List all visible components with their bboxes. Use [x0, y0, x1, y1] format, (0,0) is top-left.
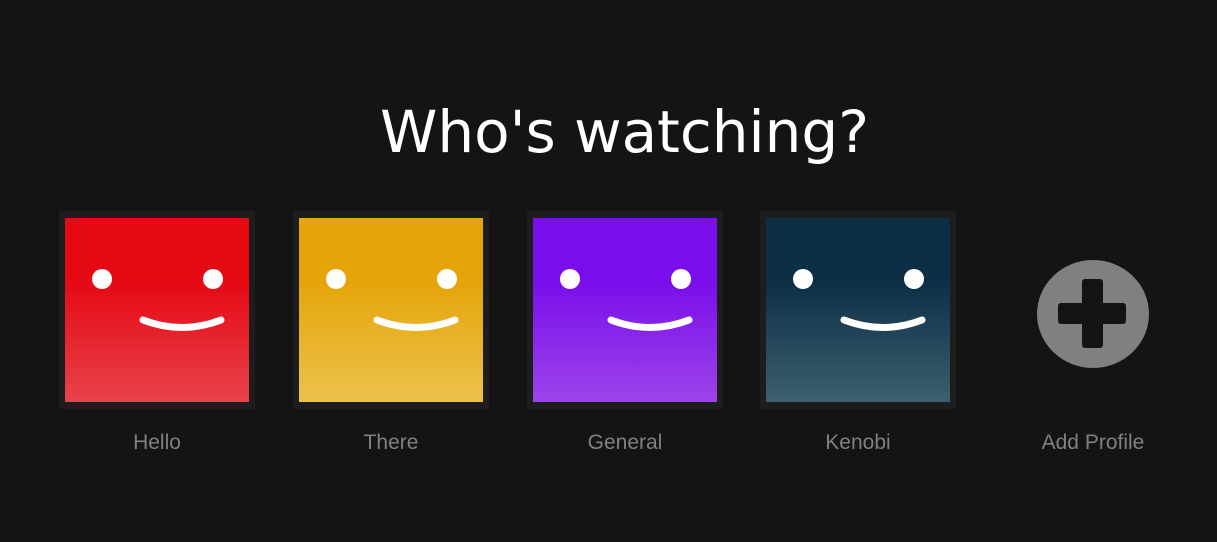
profile-card-general[interactable] [527, 211, 723, 411]
avatar-background [766, 218, 950, 402]
avatar-background [299, 218, 483, 402]
profile-name[interactable]: There [293, 428, 489, 458]
add-profile-button[interactable] [1037, 260, 1149, 368]
avatar-background [533, 218, 717, 402]
profile-card-kenobi[interactable] [760, 211, 956, 411]
smiley-face-icon [299, 218, 483, 402]
avatar[interactable] [766, 218, 950, 402]
profile-name[interactable]: Hello [59, 428, 255, 458]
left-eye [92, 269, 112, 289]
avatar[interactable] [65, 218, 249, 402]
avatar-background [65, 218, 249, 402]
profile-name[interactable]: Kenobi [760, 428, 956, 458]
avatar[interactable] [533, 218, 717, 402]
right-eye [671, 269, 691, 289]
right-eye [904, 269, 924, 289]
smiley-face-icon [65, 218, 249, 402]
profile-card-hello[interactable] [59, 211, 255, 411]
left-eye [326, 269, 346, 289]
right-eye [203, 269, 223, 289]
plus-vertical-bar [1082, 279, 1103, 348]
smiley-face-icon [766, 218, 950, 402]
avatar[interactable] [299, 218, 483, 402]
plus-circle-icon [1037, 260, 1149, 368]
profile-name[interactable]: General [527, 428, 723, 458]
left-eye [793, 269, 813, 289]
profile-card-there[interactable] [293, 211, 489, 411]
smiley-face-icon [533, 218, 717, 402]
right-eye [437, 269, 457, 289]
page-title: Who's watching? [379, 98, 870, 166]
left-eye [560, 269, 580, 289]
add-profile-label[interactable]: Add Profile [995, 428, 1191, 458]
